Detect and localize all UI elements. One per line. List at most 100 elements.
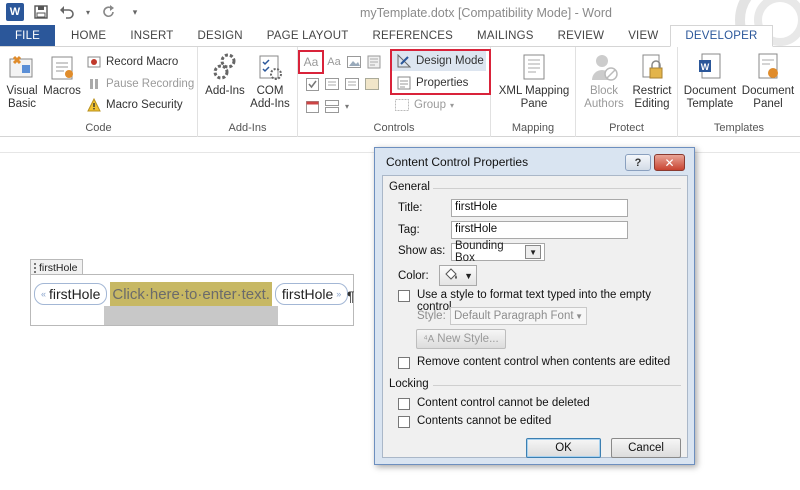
- color-label: Color:: [398, 270, 429, 282]
- block-authors-button[interactable]: Block Authors: [580, 51, 628, 111]
- use-style-checkbox[interactable]: [398, 290, 410, 302]
- date-picker-control-icon[interactable]: [304, 98, 320, 114]
- undo-dropdown-icon[interactable]: ▾: [84, 3, 92, 21]
- general-separator: [433, 188, 681, 189]
- color-picker-button[interactable]: ▼: [439, 265, 477, 286]
- help-button[interactable]: ?: [625, 154, 651, 171]
- group-code-label: Code: [85, 122, 112, 134]
- cannot-edit-checkbox[interactable]: [398, 416, 410, 428]
- document-panel-button[interactable]: Document Panel: [740, 51, 796, 111]
- tab-home[interactable]: HOME: [55, 25, 118, 46]
- restrict-editing-button[interactable]: Restrict Editing: [630, 51, 674, 111]
- drag-handle-icon[interactable]: [34, 262, 37, 273]
- tab-page-layout[interactable]: PAGE LAYOUT: [255, 25, 361, 46]
- show-as-select[interactable]: Bounding Box ▼: [451, 240, 545, 264]
- svg-text:W: W: [701, 62, 710, 72]
- gear-icon: [210, 51, 240, 83]
- close-button[interactable]: ✕: [654, 154, 685, 171]
- quick-access-toolbar: W ▾ ▾: [6, 3, 144, 21]
- rich-text-control-highlight: [298, 50, 324, 74]
- pause-recording-button[interactable]: Pause Recording: [86, 74, 194, 94]
- cannot-delete-label: Content control cannot be deleted: [417, 397, 590, 409]
- tab-mailings[interactable]: MAILINGS: [465, 25, 546, 46]
- group-icon: [394, 97, 410, 113]
- tag-arrow-right-icon: »: [336, 289, 342, 299]
- style-select[interactable]: Default Paragraph Font ▼: [450, 307, 587, 325]
- building-block-control-icon[interactable]: [364, 76, 380, 92]
- document-panel-icon: [753, 51, 783, 83]
- redo-icon[interactable]: [100, 3, 118, 21]
- design-properties-highlight: [390, 49, 491, 95]
- ok-button[interactable]: OK: [526, 438, 601, 458]
- combo-box-control-icon[interactable]: [324, 76, 340, 92]
- tab-developer[interactable]: DEVELOPER: [670, 25, 773, 47]
- tag-input[interactable]: firstHole: [451, 221, 628, 239]
- xml-mapping-pane-label: XML Mapping Pane: [498, 85, 570, 110]
- cannot-delete-checkbox[interactable]: [398, 398, 410, 410]
- picture-control-icon[interactable]: [346, 54, 362, 70]
- group-controls-label: Controls: [373, 122, 415, 134]
- macros-button[interactable]: Macros: [42, 51, 82, 98]
- dropdown-list-control-icon[interactable]: [344, 76, 360, 92]
- group-button[interactable]: Group ▾: [394, 95, 454, 115]
- plain-text-control-icon[interactable]: Aa: [326, 54, 342, 70]
- start-tag-marker[interactable]: « firstHole: [34, 283, 108, 305]
- end-tag-marker[interactable]: firstHole »: [274, 283, 349, 305]
- record-macro-button[interactable]: Record Macro: [86, 52, 178, 72]
- legacy-tools-dropdown-icon[interactable]: ▾: [342, 98, 352, 114]
- xml-mapping-icon: [519, 51, 549, 83]
- repeating-section-control-icon[interactable]: [324, 98, 340, 114]
- content-control-properties-dialog: Content Control Properties ? ✕ General T…: [374, 147, 695, 465]
- macro-security-button[interactable]: Macro Security: [86, 95, 183, 115]
- xml-mapping-pane-button[interactable]: XML Mapping Pane: [495, 51, 573, 111]
- block-authors-label: Block Authors: [584, 85, 624, 110]
- tab-view[interactable]: VIEW: [616, 25, 670, 46]
- style-chevron-down-icon: ▼: [575, 311, 583, 321]
- placeholder-text[interactable]: Click·here·to·enter·text.: [110, 282, 272, 306]
- tag-label: Tag:: [398, 224, 420, 236]
- new-style-icon: ⁴A: [423, 333, 435, 345]
- title-input[interactable]: firstHole: [451, 199, 628, 217]
- paragraph-mark: ¶: [347, 288, 355, 304]
- undo-icon[interactable]: [58, 3, 76, 21]
- remove-control-label: Remove content control when contents are…: [417, 356, 671, 368]
- group-mapping: XML Mapping Pane Mapping: [491, 47, 576, 137]
- visual-basic-button[interactable]: Visual Basic: [4, 51, 40, 111]
- content-control-tab[interactable]: firstHole: [30, 259, 83, 275]
- show-as-label: Show as:: [398, 245, 446, 257]
- group-add-ins-label: Add-Ins: [228, 122, 267, 134]
- com-add-ins-button[interactable]: COM Add-Ins: [250, 51, 290, 111]
- document-template-label: Document Template: [683, 85, 737, 110]
- tab-design[interactable]: DESIGN: [185, 25, 254, 46]
- group-templates-label: Templates: [713, 122, 765, 134]
- group-code: Visual Basic Macros Record Macro Pause R…: [0, 47, 198, 137]
- new-style-button[interactable]: ⁴A New Style...: [416, 329, 506, 349]
- tab-insert[interactable]: INSERT: [118, 25, 185, 46]
- tab-references[interactable]: REFERENCES: [360, 25, 465, 46]
- macros-label: Macros: [43, 85, 81, 97]
- general-heading: General: [389, 181, 430, 193]
- macros-icon: [47, 51, 77, 83]
- customize-qat-icon[interactable]: ▾: [126, 3, 144, 21]
- new-style-label: New Style...: [437, 333, 499, 345]
- document-template-button[interactable]: W Document Template: [682, 51, 738, 111]
- group-dropdown-icon: ▾: [449, 100, 454, 110]
- tab-file[interactable]: FILE: [0, 25, 55, 46]
- tab-review[interactable]: REVIEW: [546, 25, 617, 46]
- add-ins-button[interactable]: Add-Ins: [204, 51, 246, 98]
- checkbox-control-icon[interactable]: [304, 76, 320, 92]
- save-icon[interactable]: [32, 3, 50, 21]
- tag-arrow-left-icon: «: [41, 289, 47, 299]
- group-add-ins: Add-Ins COM Add-Ins Add-Ins: [198, 47, 298, 137]
- remove-control-checkbox[interactable]: [398, 357, 410, 369]
- warning-icon: [86, 97, 102, 113]
- word-app-icon[interactable]: W: [6, 3, 24, 21]
- dialog-title: Content Control Properties: [386, 155, 529, 169]
- color-dropdown-icon: ▼: [464, 270, 473, 281]
- legacy-tools-icon[interactable]: [366, 54, 382, 70]
- ribbon-tabs: FILE HOME INSERT DESIGN PAGE LAYOUT REFE…: [0, 25, 800, 47]
- visual-basic-label: Visual Basic: [6, 85, 38, 110]
- group-templates: W Document Template Document Panel Templ…: [678, 47, 800, 137]
- dialog-body: General Title: firstHole Tag: firstHole …: [382, 175, 688, 458]
- cancel-button[interactable]: Cancel: [611, 438, 681, 458]
